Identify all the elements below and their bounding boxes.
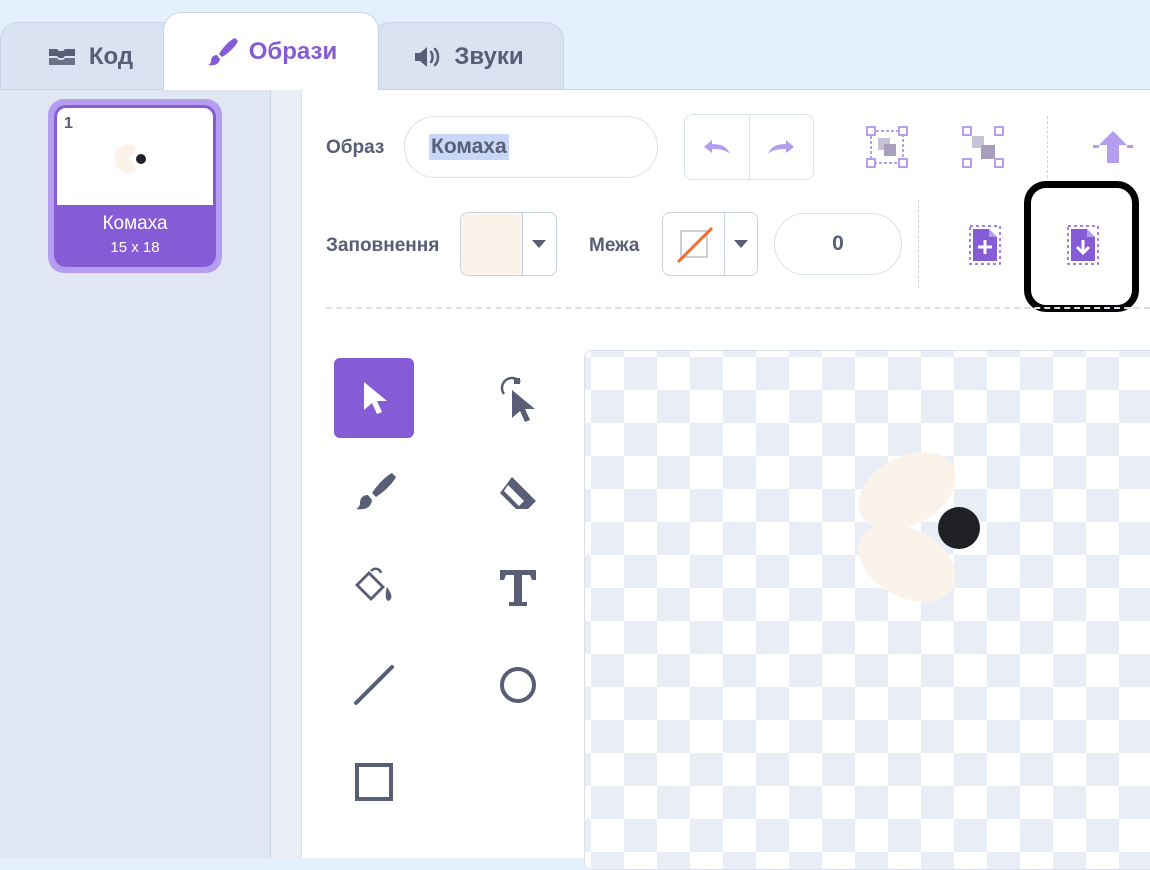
outline-color-picker[interactable] (662, 212, 758, 276)
text-icon (500, 570, 536, 606)
redo-button[interactable] (748, 115, 814, 179)
tab-sounds-label: Звуки (454, 42, 524, 70)
highlight-box (1024, 181, 1139, 312)
reshape-pointer-icon (500, 376, 535, 422)
forward-button[interactable] (1090, 124, 1136, 170)
tab-code-label: Код (88, 42, 134, 70)
toolbar-separator (1047, 116, 1048, 178)
group-button[interactable] (862, 122, 912, 172)
circle-icon (500, 667, 536, 703)
brush-icon (356, 473, 396, 510)
costume-size: 15 x 18 (110, 239, 160, 256)
costume-tile[interactable]: 1 Комаха 15 x 18 (48, 99, 222, 273)
fill-dropdown (523, 213, 555, 275)
editor-tabs: Код Образи Звуки (0, 0, 1150, 90)
chevron-down-icon (734, 240, 748, 248)
eraser-tool[interactable] (478, 453, 558, 533)
toolbar-bottom-separator (326, 307, 1150, 309)
costume-number: 1 (64, 115, 73, 132)
paint-bucket-icon (355, 567, 392, 601)
fill-tool[interactable] (334, 548, 414, 628)
ungroup-button[interactable] (958, 122, 1008, 172)
editor-left-strip (271, 90, 302, 858)
line-icon (354, 665, 394, 705)
costume-name-value: Комаха (429, 134, 509, 160)
tab-costumes-label: Образи (248, 37, 338, 65)
costume-name-label: Образ (326, 137, 385, 158)
code-blocks-icon (48, 48, 75, 65)
outline-width-input[interactable]: 0 (774, 213, 902, 275)
circle-tool[interactable] (478, 645, 558, 725)
costume-name-input[interactable]: Комаха (404, 116, 658, 178)
group-icon (866, 126, 908, 168)
paint-canvas[interactable] (584, 350, 1150, 870)
line-tool[interactable] (334, 645, 414, 725)
no-outline-icon (676, 226, 713, 264)
paintbrush-icon (207, 37, 238, 65)
outline-dropdown (725, 213, 757, 275)
speaker-icon (415, 46, 440, 67)
undo-button[interactable] (685, 115, 749, 179)
redo-icon (768, 140, 795, 154)
paste-button[interactable] (962, 222, 1008, 268)
reshape-tool[interactable] (478, 358, 558, 438)
file-plus-icon (969, 225, 1001, 265)
outline-label: Межа (589, 235, 640, 256)
select-tool[interactable] (334, 358, 414, 438)
costume-tile-inner: 1 Комаха 15 x 18 (54, 105, 216, 267)
bug-thumbnail-image (114, 144, 146, 173)
fill-color-picker[interactable] (460, 212, 557, 276)
undo-icon (703, 140, 730, 154)
toolbar-separator-2 (918, 200, 919, 288)
arrow-up-icon (1093, 131, 1133, 163)
rectangle-tool[interactable] (334, 742, 414, 822)
chevron-down-icon (532, 240, 546, 248)
ungroup-icon (962, 126, 1004, 168)
costume-name: Комаха (102, 213, 168, 234)
tab-sounds[interactable]: Звуки (372, 22, 564, 90)
undo-redo-group (684, 114, 814, 180)
arrow-pointer-icon (364, 382, 387, 414)
eraser-icon (500, 477, 536, 509)
outline-swatch (663, 213, 725, 275)
fill-swatch (461, 213, 523, 275)
brush-tool[interactable] (334, 453, 414, 533)
bug-costume-image (858, 452, 980, 602)
costume-thumbnail (57, 108, 213, 205)
tab-code[interactable]: Код (0, 22, 180, 90)
square-icon (355, 763, 393, 801)
text-tool[interactable] (478, 548, 558, 628)
fill-label: Заповнення (326, 235, 440, 256)
tab-costumes[interactable]: Образи (163, 12, 379, 90)
